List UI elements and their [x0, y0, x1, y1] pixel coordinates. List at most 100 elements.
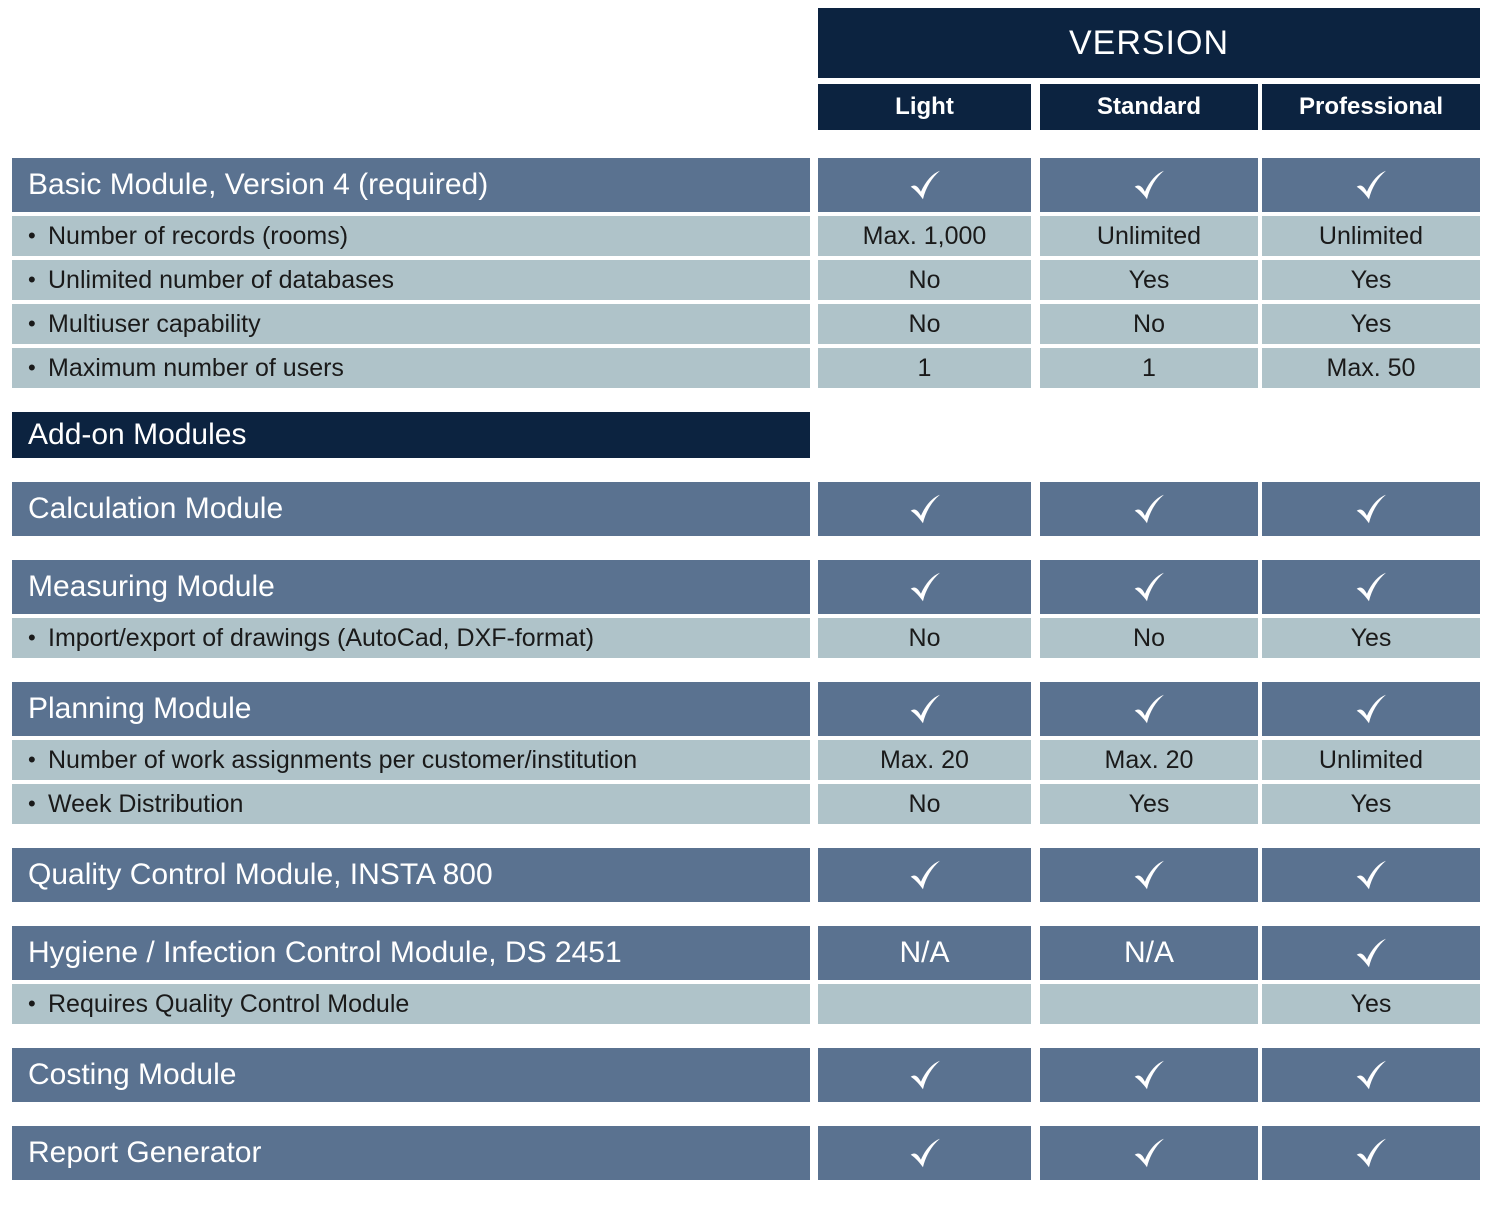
module-row-hygiene-infection-control-module-ds-2451: Hygiene / Infection Control Module, DS 2… [0, 926, 1486, 980]
sub-row-measuring-module-sub-0-light-cell: No [818, 618, 1031, 658]
module-row-planning-module-light-cell [818, 682, 1031, 736]
module-row-planning-module-standard-cell [1040, 682, 1258, 736]
cell-value: N/A [899, 936, 950, 969]
bullet-icon: • [28, 311, 36, 336]
module-row-measuring-module: Measuring Module [0, 560, 1486, 614]
sub-row-basic-module-version-4-required-sub-0: • Number of records (rooms) Max. 1,000 Unli… [0, 216, 1486, 256]
checkmark-icon [1132, 570, 1166, 604]
module-title: Calculation Module [28, 492, 284, 525]
sub-row-planning-module-sub-1: • Week Distribution No Yes Yes [0, 784, 1486, 824]
module-row-quality-control-module-insta-800-professional-cell [1262, 848, 1480, 902]
module-row-report-generator-professional-cell [1262, 1126, 1480, 1180]
column-header-standard-label: Standard [1096, 93, 1201, 120]
sub-row-basic-module-version-4-required-sub-1: • Unlimited number of databases No Yes Yes [0, 260, 1486, 300]
checkmark-icon [908, 692, 942, 726]
module-title: Basic Module, Version 4 (required) [28, 168, 489, 201]
sub-row-basic-module-version-4-required-sub-2-standard-cell: No [1040, 304, 1258, 344]
module-row-measuring-module-professional-cell [1262, 560, 1480, 614]
module-row-basic-module-version-4-required-professional-cell [1262, 158, 1480, 212]
cell-value: No [1133, 309, 1165, 338]
checkmark-icon [1354, 858, 1388, 892]
checkmark-icon [908, 1058, 942, 1092]
cell-value: Unlimited [1318, 221, 1424, 250]
column-header-standard: Standard [1040, 84, 1258, 130]
module-label-measuring-module: Measuring Module [12, 560, 810, 614]
module-row-costing-module-professional-cell [1262, 1048, 1480, 1102]
sub-row-planning-module-sub-1-standard-cell: Yes [1040, 784, 1258, 824]
module-row-quality-control-module-insta-800: Quality Control Module, INSTA 800 [0, 848, 1486, 902]
sub-row-basic-module-version-4-required-sub-2-light-cell: No [818, 304, 1031, 344]
sub-row-hygiene-infection-control-module-ds-2451-sub-0-light-cell [818, 984, 1031, 1024]
sub-row-basic-module-version-4-required-sub-0-professional-cell: Unlimited [1262, 216, 1480, 256]
sub-row-hygiene-infection-control-module-ds-2451-sub-0-standard-cell [1040, 984, 1258, 1024]
checkmark-icon [1354, 692, 1388, 726]
sub-row-label: Number of work assignments per customer/… [48, 745, 638, 774]
cell-value: Unlimited [1318, 745, 1424, 774]
checkmark-icon [1354, 936, 1388, 970]
module-row-hygiene-infection-control-module-ds-2451-light-cell: N/A [818, 926, 1031, 980]
cell-value: N/A [1123, 936, 1174, 969]
sub-label-basic-module-version-4-required-sub-3: • Maximum number of users [12, 348, 810, 388]
module-row-measuring-module-light-cell [818, 560, 1031, 614]
column-header-professional-label: Professional [1298, 93, 1444, 120]
module-title: Hygiene / Infection Control Module, DS 2… [28, 936, 622, 969]
sub-row-basic-module-version-4-required-sub-0-light-cell: Max. 1,000 [818, 216, 1031, 256]
sub-label-planning-module-sub-0: • Number of work assignments per customer… [12, 740, 810, 780]
cell-value: No [1133, 623, 1165, 652]
checkmark-icon [1132, 1136, 1166, 1170]
sub-row-label: Requires Quality Control Module [48, 989, 410, 1018]
sub-row-planning-module-sub-0-professional-cell: Unlimited [1262, 740, 1480, 780]
module-row-basic-module-version-4-required-light-cell [818, 158, 1031, 212]
module-row-report-generator-standard-cell [1040, 1126, 1258, 1180]
cell-value: Max. 20 [880, 745, 969, 774]
sub-row-basic-module-version-4-required-sub-3-professional-cell: Max. 50 [1262, 348, 1480, 388]
module-row-hygiene-infection-control-module-ds-2451-professional-cell [1262, 926, 1480, 980]
cell-value: No [908, 265, 941, 294]
sub-row-basic-module-version-4-required-sub-3: • Maximum number of users 1 1 Max. 50 [0, 348, 1486, 388]
version-header-band: VERSION [818, 8, 1480, 78]
cell-value: 1 [917, 353, 932, 382]
module-row-basic-module-version-4-required-standard-cell [1040, 158, 1258, 212]
checkmark-icon [908, 1136, 942, 1170]
module-label-calculation-module: Calculation Module [12, 482, 810, 536]
sub-row-label: Unlimited number of databases [48, 265, 395, 294]
column-header-light-label: Light [895, 93, 954, 120]
cell-value: Unlimited [1096, 221, 1202, 250]
checkmark-icon [1354, 1058, 1388, 1092]
module-row-planning-module-professional-cell [1262, 682, 1480, 736]
column-header-light: Light [818, 84, 1031, 130]
sub-row-label: Week Distribution [48, 789, 244, 818]
sub-row-basic-module-version-4-required-sub-2: • Multiuser capability No No Yes [0, 304, 1486, 344]
section-banner-label: Add-on Modules [12, 412, 810, 458]
sub-row-measuring-module-sub-0-standard-cell: No [1040, 618, 1258, 658]
checkmark-icon [908, 570, 942, 604]
module-label-hygiene-infection-control-module-ds-2451: Hygiene / Infection Control Module, DS 2… [12, 926, 810, 980]
module-row-hygiene-infection-control-module-ds-2451-standard-cell: N/A [1040, 926, 1258, 980]
bullet-icon: • [28, 355, 36, 380]
module-row-report-generator: Report Generator [0, 1126, 1486, 1180]
module-row-basic-module-version-4-required: Basic Module, Version 4 (required) [0, 158, 1486, 212]
checkmark-icon [1354, 1136, 1388, 1170]
checkmark-icon [1354, 570, 1388, 604]
sub-label-basic-module-version-4-required-sub-1: • Unlimited number of databases [12, 260, 810, 300]
checkmark-icon [1132, 692, 1166, 726]
sub-row-basic-module-version-4-required-sub-0-standard-cell: Unlimited [1040, 216, 1258, 256]
bullet-icon: • [28, 747, 36, 772]
cell-value: No [908, 789, 941, 818]
checkmark-icon [1132, 1058, 1166, 1092]
module-title: Measuring Module [28, 570, 275, 603]
cell-value: Yes [1128, 789, 1170, 818]
module-title: Quality Control Module, INSTA 800 [28, 858, 493, 891]
sub-row-basic-module-version-4-required-sub-3-standard-cell: 1 [1040, 348, 1258, 388]
module-label-planning-module: Planning Module [12, 682, 810, 736]
sub-row-basic-module-version-4-required-sub-2-professional-cell: Yes [1262, 304, 1480, 344]
sub-row-planning-module-sub-0-standard-cell: Max. 20 [1040, 740, 1258, 780]
module-title: Planning Module [28, 692, 252, 725]
bullet-icon: • [28, 267, 36, 292]
bullet-icon: • [28, 625, 36, 650]
cell-value: Yes [1350, 989, 1392, 1018]
cell-value: Max. 1,000 [862, 221, 987, 250]
module-row-calculation-module-standard-cell [1040, 482, 1258, 536]
module-row-measuring-module-standard-cell [1040, 560, 1258, 614]
sub-row-basic-module-version-4-required-sub-1-standard-cell: Yes [1040, 260, 1258, 300]
